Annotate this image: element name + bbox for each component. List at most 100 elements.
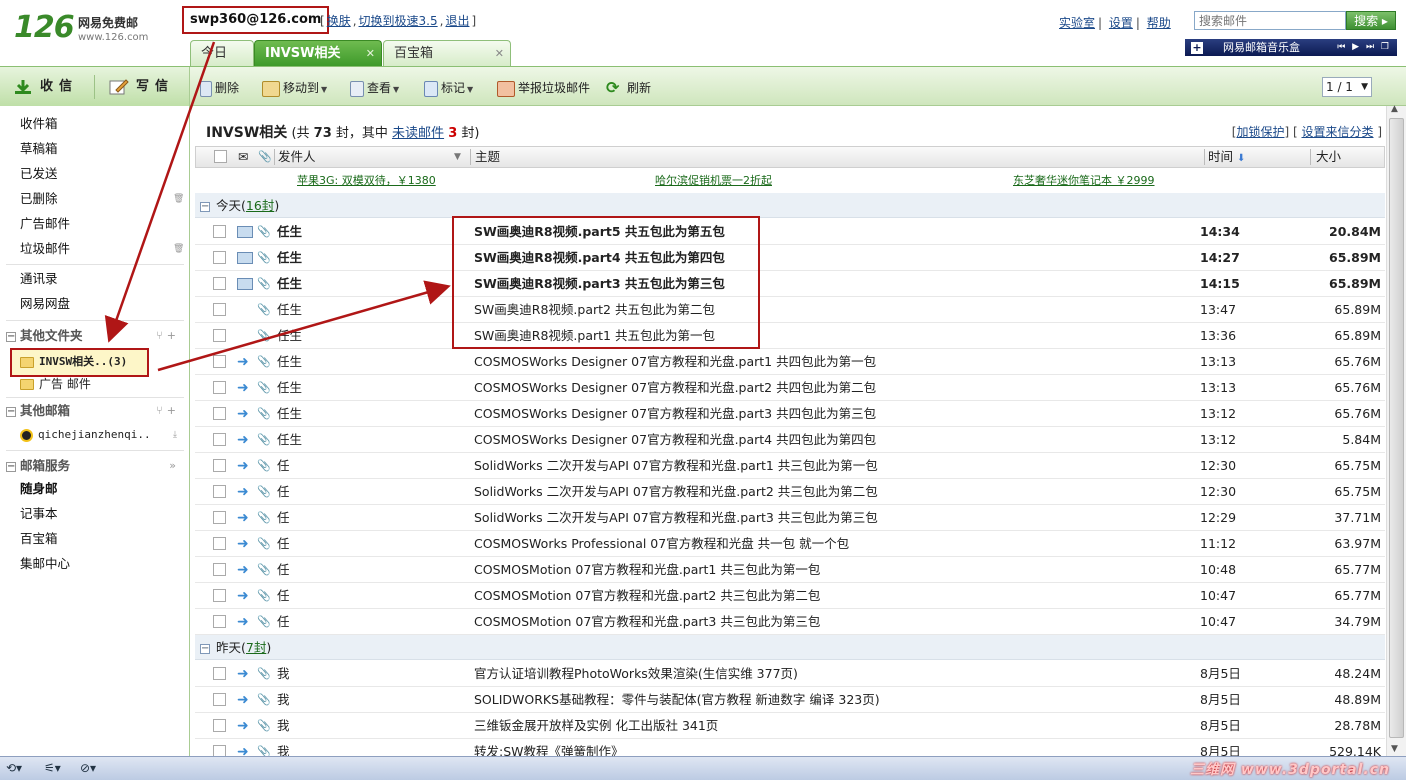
vertical-scrollbar[interactable]: ▲ ▼	[1386, 104, 1406, 756]
scroll-up-icon[interactable]: ▲	[1391, 104, 1398, 114]
view-button[interactable]: 查看 ▼	[350, 79, 399, 97]
collapse-icon[interactable]: −	[6, 461, 16, 472]
select-all-checkbox[interactable]	[214, 150, 227, 163]
sidebar-item-ad-mail[interactable]: 广告 邮件	[20, 374, 91, 394]
row-checkbox[interactable]	[213, 537, 226, 550]
refresh-button[interactable]: ⟳ 刷新	[606, 79, 651, 97]
switch-version-link[interactable]: 切换到极速3.5	[359, 14, 438, 28]
settings-link[interactable]: 设置	[1109, 16, 1133, 30]
collapse-icon[interactable]: −	[200, 201, 210, 212]
close-icon[interactable]: ✕	[366, 41, 375, 66]
table-row[interactable]: ➜ 📎 任生 COSMOSWorks Designer 07官方教程和光盘.part3…	[195, 401, 1385, 427]
row-checkbox[interactable]	[213, 615, 226, 628]
row-subject[interactable]: SolidWorks 二次开发与API 07官方教程和光盘.part2 共三包此…	[474, 479, 878, 504]
table-row[interactable]: 📎 任生 SW画奥迪R8视频.part5 共五包此为第五包 14:34 20.84M	[195, 219, 1385, 245]
col-size[interactable]: 大小	[1316, 147, 1341, 167]
sidebar-item-drafts[interactable]: 草稿箱	[20, 139, 58, 159]
row-checkbox[interactable]	[213, 277, 226, 290]
table-row[interactable]: ➜ 📎 任 COSMOSMotion 07官方教程和光盘.part1 共三包此为第一包…	[195, 557, 1385, 583]
row-checkbox[interactable]	[213, 563, 226, 576]
table-row[interactable]: ➜ 📎 任生 COSMOSWorks Designer 07官方教程和光盘.part1…	[195, 349, 1385, 375]
attachment-icon[interactable]: 📎	[258, 147, 272, 167]
folder-tools-icon[interactable]: ⑂+	[156, 326, 180, 346]
table-row[interactable]: ➜ 📎 任 SolidWorks 二次开发与API 07官方教程和光盘.part1 共…	[195, 453, 1385, 479]
search-input[interactable]	[1194, 11, 1346, 30]
table-row[interactable]: ➜ 📎 我 SOLIDWORKS基础教程：零件与装配体(官方教程 新迪数字 编译 32…	[195, 687, 1385, 713]
sidebar-item-mobile-mail[interactable]: 随身邮	[20, 479, 58, 499]
row-subject[interactable]: COSMOSMotion 07官方教程和光盘.part1 共三包此为第一包	[474, 557, 820, 582]
row-subject[interactable]: SW画奥迪R8视频.part3 共五包此为第三包	[474, 271, 725, 296]
row-checkbox[interactable]	[213, 693, 226, 706]
row-checkbox[interactable]	[213, 459, 226, 472]
table-row[interactable]: 📎 任生 SW画奥迪R8视频.part2 共五包此为第二包 13:47 65.89M	[195, 297, 1385, 323]
group-count[interactable]: 7封	[246, 640, 266, 655]
row-subject[interactable]: COSMOSWorks Designer 07官方教程和光盘.part2 共四包…	[474, 375, 876, 400]
table-row[interactable]: 📎 任生 SW画奥迪R8视频.part3 共五包此为第三包 14:15 65.89M	[195, 271, 1385, 297]
plus-icon[interactable]: +	[1191, 42, 1203, 54]
row-subject[interactable]: SW画奥迪R8视频.part2 共五包此为第二包	[474, 297, 715, 322]
row-checkbox[interactable]	[213, 381, 226, 394]
lock-protect-link[interactable]: 加锁保护	[1236, 125, 1284, 139]
tab-invsw[interactable]: INVSW相关 ✕	[254, 40, 382, 66]
collapse-icon[interactable]: −	[6, 406, 16, 417]
tab-today[interactable]: 今日	[190, 40, 254, 66]
sidebar-item-invsw[interactable]: INVSW相关..(3)	[10, 348, 149, 377]
lab-link[interactable]: 实验室	[1059, 16, 1095, 30]
compose-button[interactable]: 写信	[108, 77, 174, 97]
row-checkbox[interactable]	[213, 355, 226, 368]
group-count[interactable]: 16封	[246, 198, 274, 213]
row-subject[interactable]: SolidWorks 二次开发与API 07官方教程和光盘.part3 共三包此…	[474, 505, 878, 530]
row-checkbox[interactable]	[213, 303, 226, 316]
row-subject[interactable]: COSMOSWorks Designer 07官方教程和光盘.part4 共四包…	[474, 427, 876, 452]
page-select[interactable]: 1 / 1 ▼	[1322, 77, 1372, 97]
row-subject[interactable]: 三维钣金展开放样及实例 化工出版社 341页	[474, 713, 718, 738]
row-subject[interactable]: SW画奥迪R8视频.part1 共五包此为第一包	[474, 323, 715, 348]
table-row[interactable]: ➜ 📎 任生 COSMOSWorks Designer 07官方教程和光盘.part2…	[195, 375, 1385, 401]
table-row[interactable]: ➜ 📎 任 SolidWorks 二次开发与API 07官方教程和光盘.part2 共…	[195, 479, 1385, 505]
filter-icon[interactable]: ▼	[454, 147, 461, 167]
row-checkbox[interactable]	[213, 485, 226, 498]
table-row[interactable]: ➜ 📎 我 官方认证培训教程PhotoWorks效果渲染(生信实维 377页) 8月5日…	[195, 661, 1385, 687]
date-group[interactable]: − 昨天(7封)	[195, 635, 1385, 660]
ad-link[interactable]: 苹果3G: 双模双待，￥1380	[297, 172, 436, 188]
table-row[interactable]: ➜ 📎 任 COSMOSWorks Professional 07官方教程和光盘 共一…	[195, 531, 1385, 557]
delete-button[interactable]: 删除	[200, 79, 239, 97]
music-box[interactable]: + 网易邮箱音乐盒 ⏮ ▶ ⏭ ❐	[1185, 39, 1397, 56]
skin-link[interactable]: 换肤	[327, 14, 351, 28]
report-spam-button[interactable]: 举报垃圾邮件	[497, 79, 590, 97]
media-controls-icon[interactable]: ⏮ ▶ ⏭ ❐	[1337, 39, 1391, 56]
row-checkbox[interactable]	[213, 407, 226, 420]
network-icon[interactable]: ⟲▾	[6, 761, 22, 775]
sidebar-item-notebook[interactable]: 记事本	[20, 504, 58, 524]
table-row[interactable]: 📎 任生 SW画奥迪R8视频.part1 共五包此为第一包 13:36 65.89M	[195, 323, 1385, 349]
col-time[interactable]: 时间 ⬇	[1208, 147, 1245, 167]
mail-type-icon[interactable]: ✉	[238, 147, 248, 167]
table-row[interactable]: 📎 任生 SW画奥迪R8视频.part4 共五包此为第四包 14:27 65.89M	[195, 245, 1385, 271]
other-mail-header[interactable]: − 其他邮箱 ⑂+	[6, 401, 184, 421]
trash-icon[interactable]: 🗑	[173, 244, 184, 254]
ad-link[interactable]: 哈尔滨促销机票一2折起	[655, 172, 772, 188]
sidebar-item-spam[interactable]: 垃圾邮件	[20, 239, 70, 259]
row-subject[interactable]: SW画奥迪R8视频.part5 共五包此为第五包	[474, 219, 725, 244]
sidebar-item-netdisk[interactable]: 网易网盘	[20, 294, 70, 314]
row-checkbox[interactable]	[213, 667, 226, 680]
help-link[interactable]: 帮助	[1147, 16, 1171, 30]
table-row[interactable]: ➜ 📎 任生 COSMOSWorks Designer 07官方教程和光盘.part4…	[195, 427, 1385, 453]
table-row[interactable]: ➜ 📎 任 COSMOSMotion 07官方教程和光盘.part2 共三包此为第二包…	[195, 583, 1385, 609]
row-subject[interactable]: SOLIDWORKS基础教程：零件与装配体(官方教程 新迪数字 编译 323页)	[474, 687, 880, 712]
col-subject[interactable]: 主题	[475, 147, 500, 167]
close-icon[interactable]: ✕	[495, 41, 504, 66]
ad-link[interactable]: 东芝奢华迷你笔记本 ￥2999	[1013, 172, 1155, 188]
logout-link[interactable]: 退出	[445, 14, 469, 28]
row-subject[interactable]: SolidWorks 二次开发与API 07官方教程和光盘.part1 共三包此…	[474, 453, 878, 478]
sidebar-item-sent[interactable]: 已发送	[20, 164, 58, 184]
row-checkbox[interactable]	[213, 225, 226, 238]
row-subject[interactable]: COSMOSMotion 07官方教程和光盘.part3 共三包此为第三包	[474, 609, 820, 634]
mail-rules-link[interactable]: 设置来信分类	[1301, 125, 1373, 139]
sidebar-item-inbox[interactable]: 收件箱	[20, 114, 58, 134]
row-subject[interactable]: COSMOSWorks Designer 07官方教程和光盘.part3 共四包…	[474, 401, 876, 426]
row-subject[interactable]: COSMOSWorks Professional 07官方教程和光盘 共一包 就…	[474, 531, 849, 556]
sidebar-item-contacts[interactable]: 通讯录	[20, 269, 58, 289]
share-icon[interactable]: ⚟▾	[44, 761, 61, 775]
row-checkbox[interactable]	[213, 719, 226, 732]
